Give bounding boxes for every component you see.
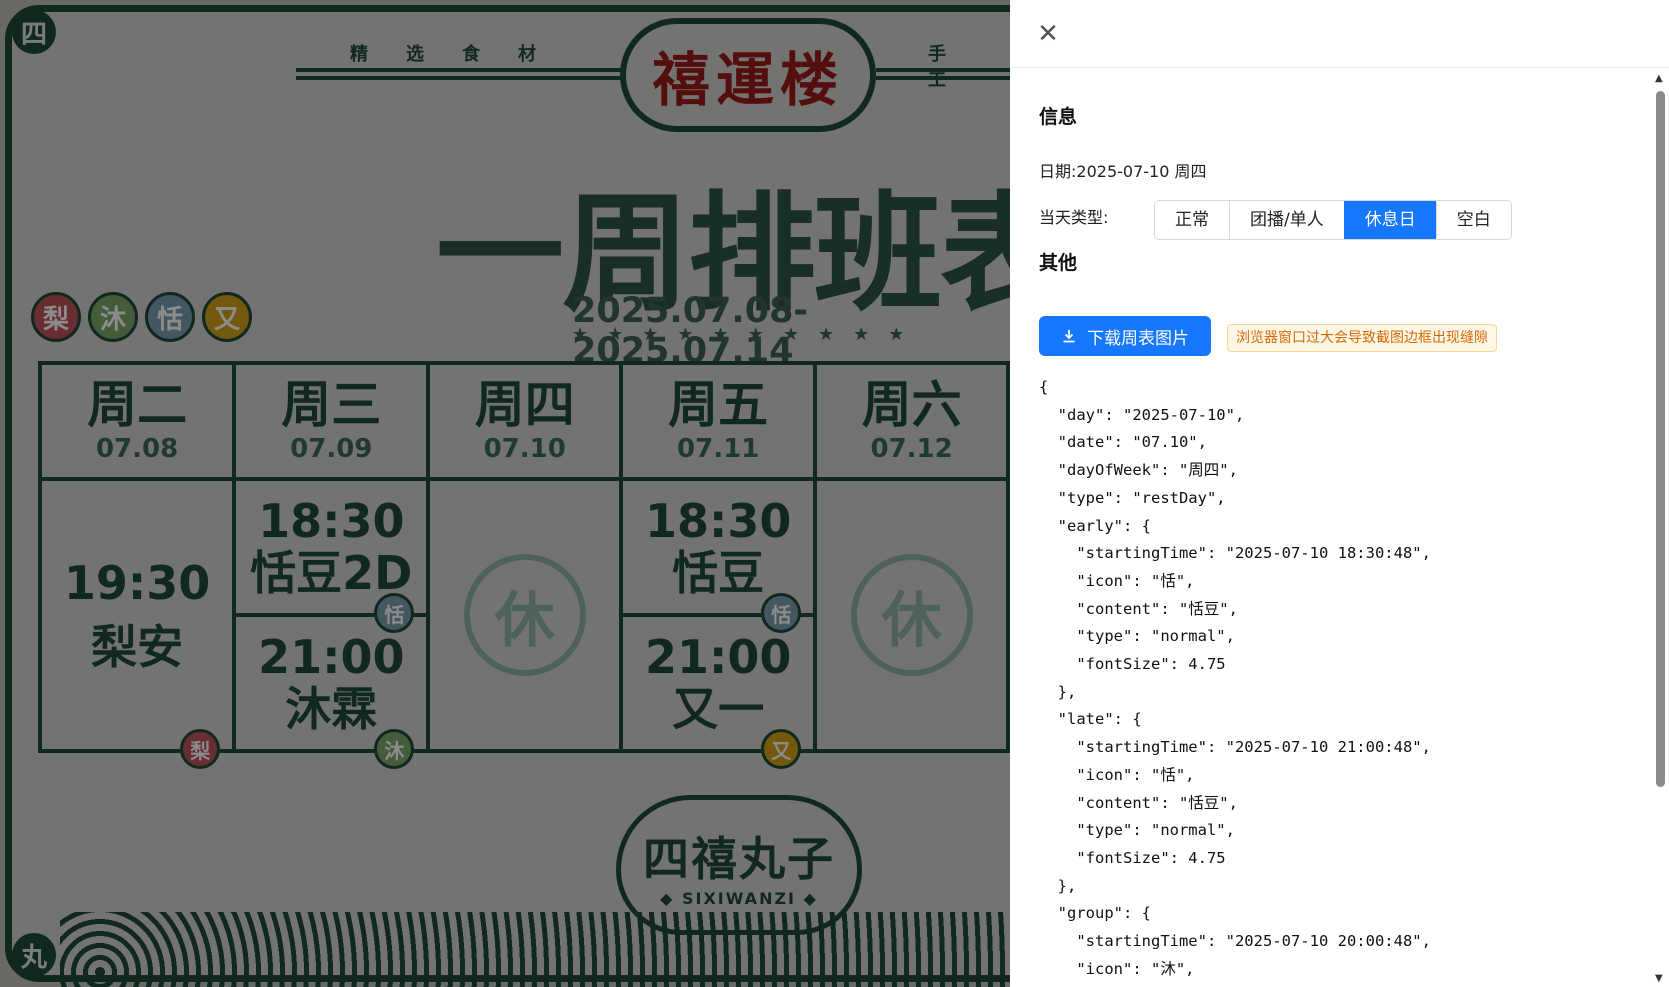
date-row: 日期:2025-07-10 周四 xyxy=(1039,158,1206,182)
type-option-blank[interactable]: 空白 xyxy=(1435,201,1511,239)
download-icon xyxy=(1063,330,1075,343)
day-type-selector: 正常 团播/单人 休息日 空白 xyxy=(1154,200,1512,240)
drawer-mask[interactable] xyxy=(0,0,1010,987)
scroll-up-arrow-icon[interactable]: ▲ xyxy=(1655,73,1663,84)
type-option-rest-day[interactable]: 休息日 xyxy=(1343,201,1436,239)
type-option-normal[interactable]: 正常 xyxy=(1155,201,1229,239)
close-icon[interactable]: ✕ xyxy=(1036,21,1060,47)
download-button-label: 下载周表图片 xyxy=(1087,328,1189,349)
warning-tag: 浏览器窗口过大会导致截图边框出现缝隙 xyxy=(1227,324,1497,352)
date-label: 日期: xyxy=(1039,162,1077,181)
date-value: 2025-07-10 周四 xyxy=(1076,162,1207,181)
info-section-title: 信息 xyxy=(1039,106,1078,128)
type-label: 当天类型: xyxy=(1039,208,1109,227)
json-preview: { "day": "2025-07-10", "date": "07.10", … xyxy=(1039,378,1431,978)
other-section-title: 其他 xyxy=(1039,252,1078,274)
type-option-group[interactable]: 团播/单人 xyxy=(1229,201,1344,239)
info-drawer: ✕ 信息 日期:2025-07-10 周四 当天类型: 正常 团播/单人 休息日… xyxy=(1010,0,1669,987)
drawer-header: ✕ xyxy=(1010,0,1669,68)
download-schedule-button[interactable]: 下载周表图片 xyxy=(1039,316,1211,356)
scrollbar-thumb[interactable] xyxy=(1656,91,1665,787)
scroll-down-arrow-icon[interactable]: ▼ xyxy=(1655,973,1663,984)
